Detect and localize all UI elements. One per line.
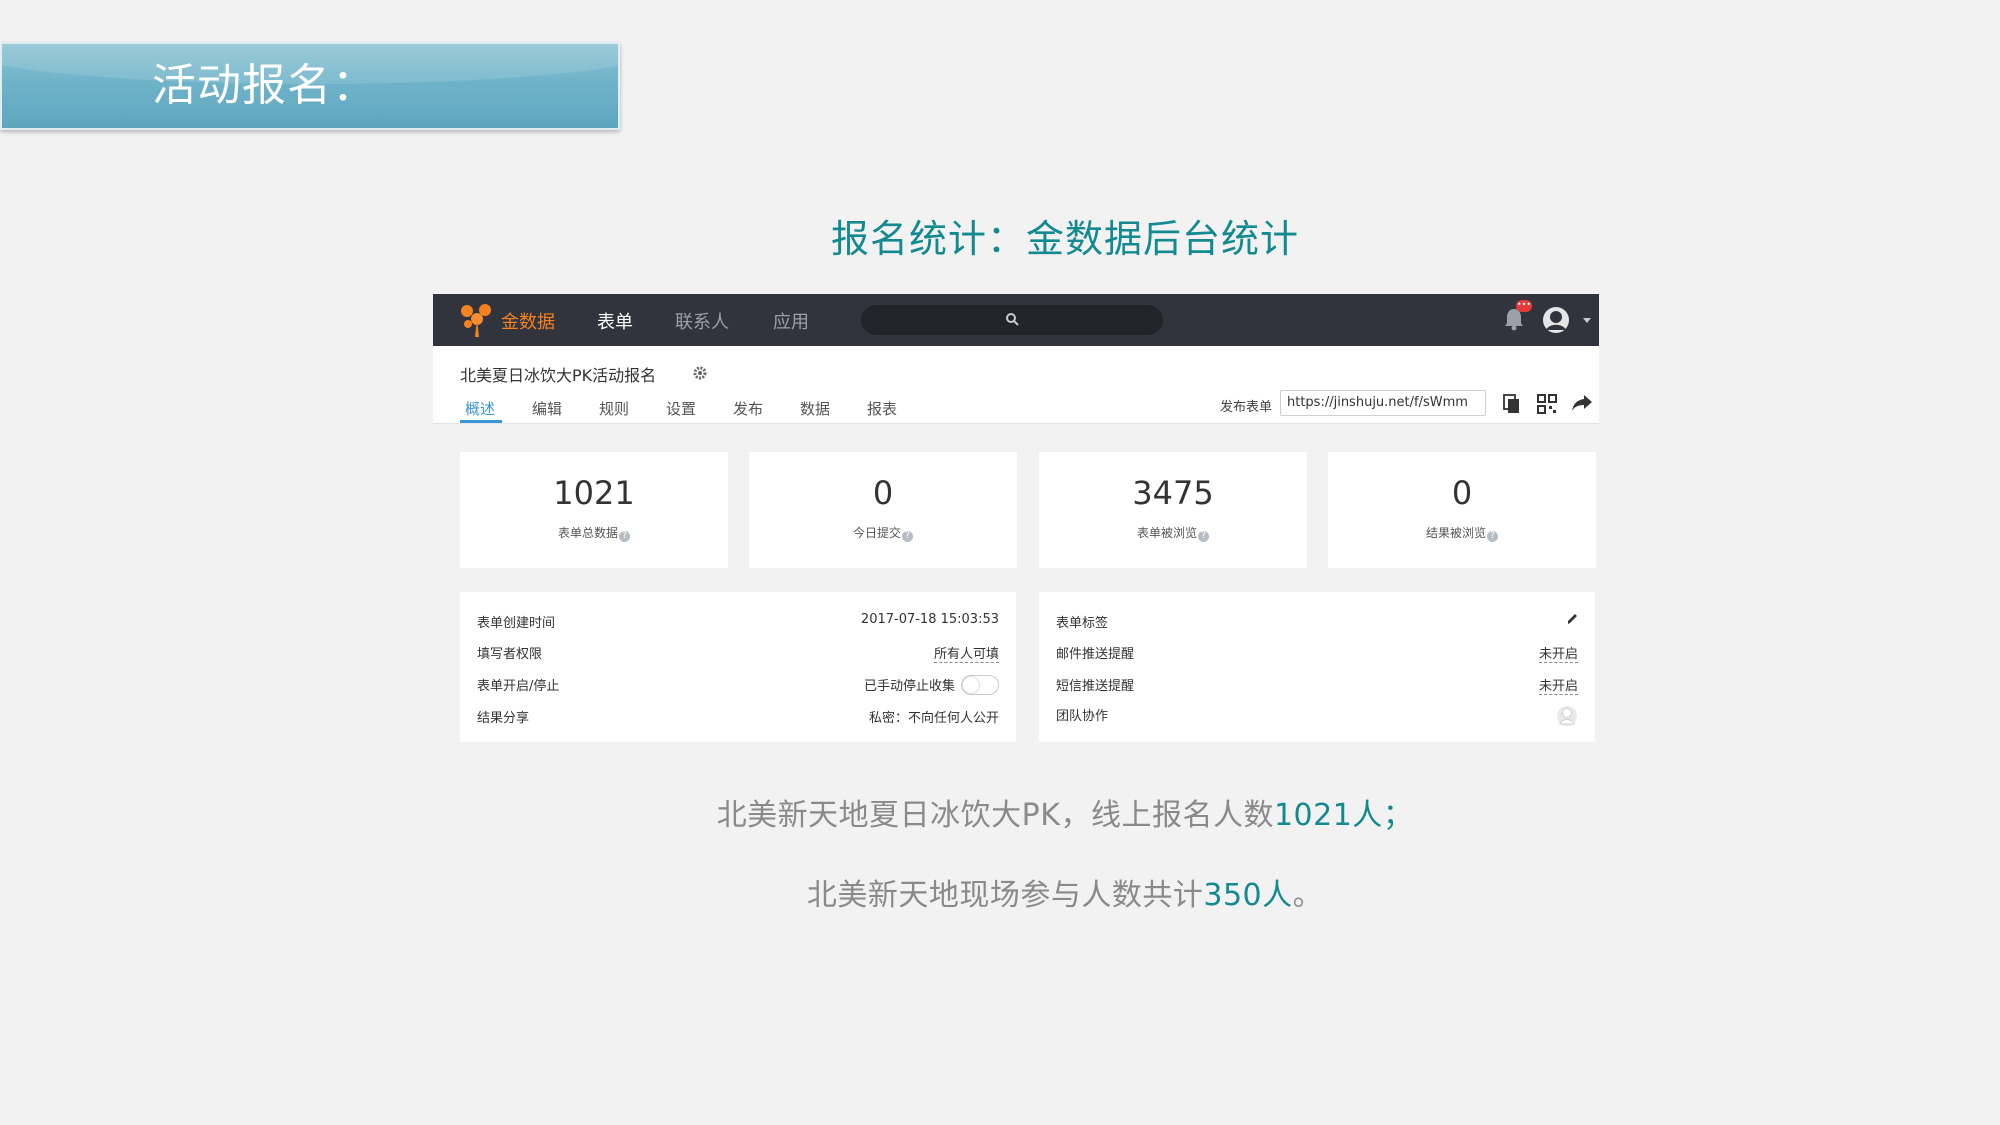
user-menu-chevron-down-icon[interactable] [1583, 318, 1591, 323]
publish-form-label: 发布表单 [1220, 400, 1273, 415]
help-icon[interactable]: ? [1487, 531, 1498, 542]
tree-logo-icon [461, 304, 491, 337]
stat-value: 0 [1451, 474, 1473, 512]
stat-value: 3475 [1132, 474, 1214, 512]
stat-value: 0 [872, 474, 894, 512]
tab-rules[interactable]: 规则 [599, 398, 629, 419]
tab-overview[interactable]: 概述 [465, 398, 495, 419]
form-header: 北美夏日冰饮大PK活动报名 概述 编辑 规则 设置 发布 数据 报表 发布表单 … [433, 346, 1599, 424]
gear-icon[interactable] [693, 366, 707, 380]
tab-publish[interactable]: 发布 [733, 398, 763, 419]
stat-label: 今日提交? [749, 524, 1017, 542]
publish-url-field[interactable]: https://jinshuju.net/f/sWmm [1280, 390, 1486, 416]
info-row-team: 团队协作 [1056, 705, 1578, 727]
form-title: 北美夏日冰饮大PK活动报名 [460, 366, 657, 385]
app-screenshot: 金数据 表单 联系人 应用 ••• 北美夏日冰饮大PK活动报名 概述 编辑 规则… [433, 294, 1599, 744]
info-row-permission: 填写者权限 所有人可填 [477, 643, 999, 663]
info-row-created: 表单创建时间 2017-07-18 15:03:53 [477, 612, 999, 631]
top-navbar: 金数据 表单 联系人 应用 ••• [433, 294, 1599, 346]
info-row-tags: 表单标签 [1056, 612, 1578, 632]
copy-icon[interactable] [1503, 394, 1521, 414]
form-notify-panel: 表单标签 邮件推送提醒 未开启 短信推送提醒 未开启 团队协作 [1039, 592, 1595, 742]
form-info-panel: 表单创建时间 2017-07-18 15:03:53 填写者权限 所有人可填 表… [460, 592, 1016, 742]
stat-label: 结果被浏览? [1328, 524, 1596, 542]
stat-card-views: 3475 表单被浏览? [1039, 452, 1307, 568]
tab-edit[interactable]: 编辑 [532, 398, 562, 419]
info-row-email-notify: 邮件推送提醒 未开启 [1056, 643, 1578, 663]
tab-settings[interactable]: 设置 [666, 398, 696, 419]
qr-code-icon[interactable] [1537, 394, 1557, 414]
slide-heading: 活动报名： [152, 60, 377, 111]
stat-label: 表单总数据? [460, 524, 728, 542]
help-icon[interactable]: ? [1198, 531, 1209, 542]
tab-reports[interactable]: 报表 [867, 398, 897, 419]
stat-label: 表单被浏览? [1039, 524, 1307, 542]
stat-value: 1021 [553, 474, 635, 512]
tab-data[interactable]: 数据 [800, 398, 830, 419]
collection-toggle[interactable] [961, 675, 999, 695]
search-icon [1006, 313, 1019, 326]
stat-card-today: 0 今日提交? [749, 452, 1017, 568]
team-avatar-icon[interactable] [1556, 705, 1578, 727]
info-row-open-stop: 表单开启/停止 已手动停止收集 [477, 675, 999, 695]
help-icon[interactable]: ? [902, 531, 913, 542]
pencil-icon[interactable] [1566, 612, 1578, 626]
info-row-sharing: 结果分享 私密：不向任何人公开 [477, 711, 999, 726]
summary-online-registrations: 北美新天地夏日冰饮大PK，线上报名人数1021人； [716, 798, 1414, 833]
nav-apps[interactable]: 应用 [773, 308, 809, 334]
stat-card-result-views: 0 结果被浏览? [1328, 452, 1596, 568]
active-tab-indicator [460, 420, 502, 423]
info-row-sms-notify: 短信推送提醒 未开启 [1056, 675, 1578, 695]
summary-onsite-participants: 北美新天地现场参与人数共计350人。 [806, 878, 1324, 913]
slide-subtitle: 报名统计：金数据后台统计 [830, 217, 1299, 261]
user-avatar-icon[interactable] [1542, 306, 1570, 334]
help-icon[interactable]: ? [619, 531, 630, 542]
slide-title-banner: 活动报名： [0, 42, 620, 130]
share-icon[interactable] [1571, 394, 1593, 412]
notification-badge: ••• [1516, 300, 1532, 312]
nav-forms[interactable]: 表单 [597, 308, 633, 334]
brand-name[interactable]: 金数据 [501, 308, 555, 334]
stat-card-total: 1021 表单总数据? [460, 452, 728, 568]
nav-contacts[interactable]: 联系人 [675, 308, 729, 334]
search-input[interactable] [861, 305, 1163, 335]
